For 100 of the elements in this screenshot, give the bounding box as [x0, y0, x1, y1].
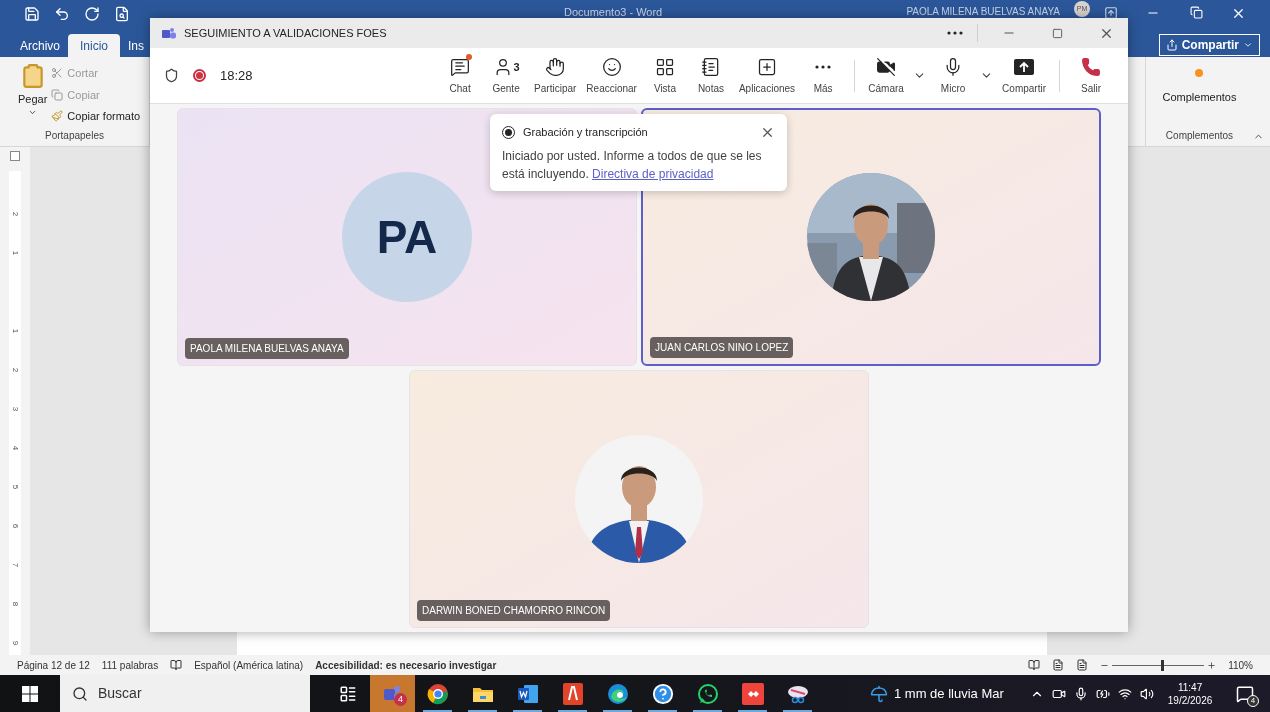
addins-button[interactable]: Complementos	[1162, 57, 1237, 128]
toolbar-button[interactable]: Compartir	[997, 55, 1051, 96]
phone-icon	[1081, 57, 1101, 77]
ruler-number: 6	[10, 523, 20, 529]
umbrella-icon	[870, 684, 888, 703]
zoom-slider[interactable]	[1100, 660, 1217, 670]
privacy-link[interactable]: Directiva de privacidad	[592, 166, 714, 181]
share-icon	[1165, 39, 1178, 51]
language[interactable]: Español (América latina)	[194, 657, 304, 673]
ruler-number: 1	[10, 328, 20, 334]
share-button[interactable]: Compartir	[1158, 34, 1260, 56]
toolbar-button[interactable]: Aplicaciones	[733, 55, 801, 96]
notice-title: Grabación y transcripción	[523, 125, 648, 140]
undo-icon[interactable]	[54, 6, 70, 22]
ruler-number: 2	[10, 211, 20, 217]
toolbar-button[interactable]: Participar	[529, 55, 582, 96]
clock[interactable]: 11:47 19/2/2026	[1167, 680, 1213, 707]
hand-icon	[545, 57, 566, 77]
print-layout-icon[interactable]	[1052, 659, 1065, 671]
plus-square-icon	[757, 57, 777, 77]
toolbar-button[interactable]: Vista	[641, 55, 688, 96]
toolbar-button[interactable]: Más	[800, 55, 847, 96]
word-count: 111 palabras	[101, 658, 159, 673]
print-preview-icon[interactable]	[114, 6, 130, 22]
participant-name: DARWIN BONED CHAMORRO RINCON	[417, 600, 611, 621]
ribbon-display-icon[interactable]	[1104, 6, 1118, 20]
ruler-number: 2	[10, 367, 20, 373]
word-icon	[516, 683, 539, 704]
share-screen-icon	[1014, 59, 1035, 75]
paste-button[interactable]: Pegar	[18, 63, 48, 128]
more-icon[interactable]	[947, 31, 963, 35]
tab-selector[interactable]	[10, 151, 20, 161]
app-badge: 4	[394, 693, 407, 706]
grid-icon	[654, 57, 675, 77]
toolbar-button[interactable]: Micro	[930, 55, 977, 96]
edge-icon	[606, 682, 629, 705]
redo-icon[interactable]	[84, 6, 100, 22]
save-icon[interactable]	[24, 6, 40, 22]
volume-icon[interactable]	[1139, 686, 1154, 701]
smiley-icon	[601, 57, 622, 77]
toolbar-button[interactable]: Cámara	[863, 55, 910, 96]
search-icon	[72, 685, 88, 702]
wifi-icon[interactable]	[1117, 686, 1132, 701]
ruler-number: 3	[10, 406, 20, 412]
clipboard-button[interactable]: Copiar formato	[51, 108, 141, 125]
participant-name: PAOLA MILENA BUELVAS ANAYA	[185, 338, 349, 359]
user-name: PAOLA MILENA BUELVAS ANAYA	[906, 5, 1060, 19]
read-mode-icon[interactable]	[1028, 659, 1041, 671]
teams-logo-icon	[162, 27, 176, 39]
paintbrush-icon	[51, 110, 64, 123]
group-label: Complementos	[1165, 129, 1234, 143]
chat-icon	[450, 57, 471, 77]
avatar: PA	[342, 172, 472, 302]
remote-desktop-icon	[741, 682, 764, 705]
notification-count: 4	[1247, 694, 1259, 707]
ruler-number: 1	[10, 250, 20, 256]
taskbar-app[interactable]: 4	[370, 675, 415, 712]
search-field[interactable]: Buscar	[60, 675, 310, 712]
chrome-icon	[426, 682, 449, 705]
notice-text: Iniciado por usted. Informe a todos de que se les está incluyendo. Directiva de privacidad	[502, 147, 763, 183]
pdf-icon	[562, 682, 583, 705]
camera-off-icon	[876, 57, 897, 77]
notifications-icon[interactable]	[1236, 684, 1254, 703]
ruler-number: 7	[10, 562, 20, 568]
snipping-tool-icon	[786, 683, 809, 704]
zoom-level: 110%	[1228, 658, 1253, 673]
toolbar-button[interactable]: Reaccionar	[581, 55, 642, 96]
participant-name: JUAN CARLOS NINO LOPEZ	[650, 337, 794, 358]
ribbon-tab[interactable]: Inicio	[68, 34, 121, 57]
whatsapp-icon	[696, 682, 719, 705]
toolbar-button[interactable]: Notas	[687, 55, 734, 96]
toolbar-button[interactable]: 3 Gente	[483, 55, 530, 96]
copy-icon	[51, 88, 64, 101]
help-icon	[651, 682, 674, 705]
toolbar-button[interactable]: Chat	[437, 55, 484, 96]
proofing-icon[interactable]	[170, 659, 183, 671]
weather[interactable]: 1 mm de lluvia Mar	[894, 683, 1004, 704]
microphone-icon[interactable]	[1073, 686, 1088, 701]
windows-logo-icon	[22, 685, 38, 702]
maximize-icon[interactable]	[1052, 27, 1063, 39]
close-icon[interactable]	[1231, 6, 1246, 21]
ribbon-tab[interactable]: Archivo	[12, 34, 68, 57]
accessibility-status[interactable]: Accesibilidad: es necesario investigar	[315, 657, 497, 673]
scissors-icon	[51, 67, 64, 80]
restore-icon[interactable]	[1190, 6, 1203, 19]
meeting-title: SEGUIMIENTO A VALIDACIONES FOES	[184, 25, 387, 41]
task-view-icon	[338, 684, 357, 703]
ruler-number: 9	[10, 640, 20, 646]
page-count: Página 12 de 12	[17, 658, 90, 673]
ribbon-tab[interactable]: Ins	[120, 34, 153, 57]
more-icon	[815, 65, 832, 69]
toolbar-button[interactable]: Salir	[1068, 55, 1114, 96]
ruler-number: 5	[10, 484, 20, 490]
meeting-timer: 18:28	[220, 66, 253, 85]
window-title: Documento3 - Word	[564, 5, 663, 20]
zoom-in-icon[interactable]	[1207, 660, 1217, 670]
web-layout-icon[interactable]	[1076, 659, 1089, 671]
zoom-thumb[interactable]	[1160, 659, 1164, 671]
ruler-number: 8	[10, 601, 20, 607]
ruler-number: 4	[10, 445, 20, 451]
